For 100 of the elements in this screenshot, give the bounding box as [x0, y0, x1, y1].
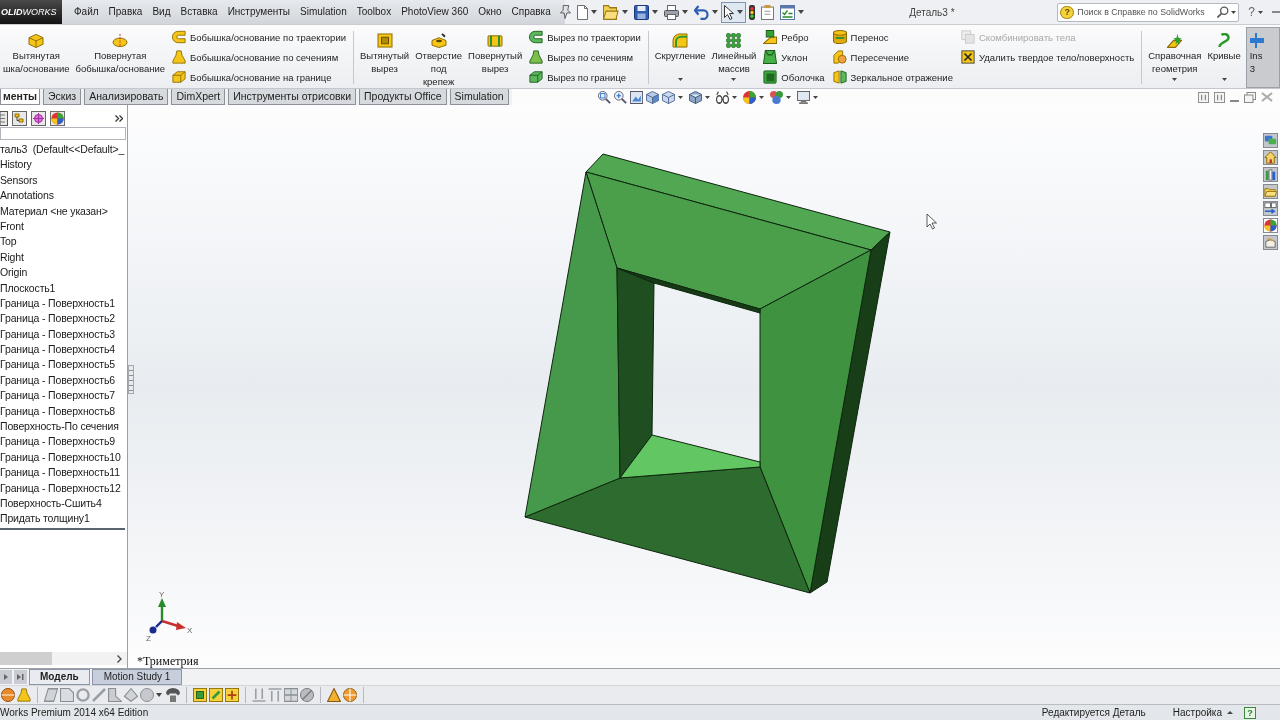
- ribbon-button[interactable]: Удалить твердое тело/поверхность: [960, 47, 1135, 67]
- caret-icon[interactable]: [1231, 10, 1237, 14]
- page-icon[interactable]: [60, 688, 74, 702]
- tree-item[interactable]: Right: [0, 249, 24, 266]
- tab[interactable]: Анализировать: [84, 89, 169, 105]
- tab[interactable]: Инструменты отрисовки: [228, 89, 356, 105]
- tree-item[interactable]: Граница - Поверхность10: [0, 449, 121, 466]
- tree-item[interactable]: Origin: [0, 265, 28, 281]
- cone-icon[interactable]: [327, 688, 341, 702]
- sphere-icon[interactable]: [1, 688, 15, 702]
- last-icon[interactable]: [14, 670, 27, 684]
- ribbon-button[interactable]: Ребро: [763, 27, 825, 47]
- split-view-icon[interactable]: [1214, 91, 1225, 103]
- app-logo[interactable]: OLIDWORKS: [0, 0, 62, 24]
- tree-icon[interactable]: [12, 111, 27, 126]
- filter-field[interactable]: [0, 127, 126, 140]
- tab[interactable]: Эскиз: [43, 89, 82, 105]
- magnifier-icon[interactable]: [614, 90, 627, 104]
- menu-item[interactable]: Вид: [147, 0, 176, 24]
- ribbon-button[interactable]: Повернутая бобышка/основание: [72, 27, 169, 88]
- slash-tile-icon[interactable]: [209, 688, 223, 702]
- ribbon-button[interactable]: Оболочка: [763, 67, 825, 87]
- ball-icon[interactable]: [343, 688, 357, 702]
- tree-item[interactable]: Придать толщину1: [0, 511, 90, 527]
- ribbon-button[interactable]: Вытянутая шка/основание: [0, 27, 73, 88]
- ribbon-button[interactable]: Вырез по границе: [529, 67, 641, 87]
- ribbon-button[interactable]: Скругление: [651, 27, 709, 88]
- menu-item[interactable]: Инструменты: [222, 0, 295, 24]
- tree-item[interactable]: Граница - Поверхность4: [0, 342, 115, 358]
- phone-icon[interactable]: [166, 688, 180, 702]
- tree-item[interactable]: Граница - Поверхность6: [0, 372, 115, 389]
- split-view-icon[interactable]: [1198, 91, 1209, 103]
- caret-icon[interactable]: [1227, 711, 1233, 714]
- caret-icon[interactable]: [786, 95, 791, 99]
- menu-item[interactable]: Simulation: [295, 0, 352, 24]
- help-icon[interactable]: ?: [1244, 706, 1256, 719]
- menu-item[interactable]: Toolbox: [351, 0, 397, 24]
- tree-item[interactable]: Граница - Поверхность9: [0, 434, 115, 450]
- tree-item[interactable]: Граница - Поверхность12: [0, 480, 121, 496]
- caret-icon[interactable]: [813, 95, 818, 99]
- color-ball-icon[interactable]: [1263, 218, 1278, 233]
- scrollbar-thumb[interactable]: [0, 652, 52, 665]
- wedge-icon[interactable]: [108, 688, 122, 702]
- double-chevron-icon[interactable]: [115, 115, 123, 122]
- tree-item[interactable]: Annotations: [0, 188, 54, 204]
- ribbon-button[interactable]: Вырез по траектории: [529, 27, 641, 47]
- menu-item[interactable]: Правка: [103, 0, 148, 24]
- box-icon[interactable]: [1263, 235, 1278, 250]
- tree-item[interactable]: Материал <не указан>: [0, 203, 108, 219]
- menu-item[interactable]: Справка: [506, 0, 556, 24]
- cut-cube-icon[interactable]: [646, 90, 659, 104]
- menu-item[interactable]: Вставка: [175, 0, 223, 24]
- caret-icon[interactable]: [705, 95, 710, 99]
- ribbon-button[interactable]: Линейный массив: [708, 27, 760, 88]
- tree-item[interactable]: Граница - Поверхность2: [0, 311, 115, 327]
- cube-icon[interactable]: [662, 90, 675, 104]
- ribbon-button[interactable]: Уклон: [763, 47, 825, 67]
- tree-item[interactable]: Граница - Поверхность3: [0, 326, 115, 343]
- scrollbar[interactable]: [0, 652, 127, 665]
- square-tile-icon[interactable]: [193, 688, 207, 702]
- next-icon[interactable]: [0, 670, 12, 684]
- menu-item[interactable]: Файл: [69, 0, 104, 24]
- ribbon-button[interactable]: Перенос: [832, 27, 953, 47]
- diamond-icon[interactable]: [124, 688, 138, 702]
- tab[interactable]: DimXpert: [171, 89, 226, 105]
- monitor-icon[interactable]: [797, 90, 810, 104]
- ribbon-button[interactable]: Кривые: [1204, 27, 1244, 88]
- tree-item[interactable]: Граница - Поверхность7: [0, 388, 115, 404]
- color-ball-icon[interactable]: [50, 111, 65, 126]
- spheres-icon[interactable]: [770, 90, 783, 104]
- list-icon[interactable]: [0, 111, 8, 126]
- caret-icon[interactable]: [1258, 10, 1263, 14]
- tab[interactable]: менты: [0, 89, 41, 105]
- ribbon-button[interactable]: Отверстие под крепеж: [412, 27, 466, 88]
- tree-item[interactable]: Top: [0, 234, 17, 250]
- tree-item[interactable]: Граница - Поверхность11: [0, 465, 120, 481]
- chevron-icon[interactable]: [117, 654, 122, 663]
- rollback-bar[interactable]: [0, 527, 125, 530]
- ribbon-button[interactable]: Вырез по сечениям: [529, 47, 641, 67]
- menu-item[interactable]: PhotoView 360: [396, 0, 474, 24]
- tree-item[interactable]: Плоскость1: [0, 280, 56, 296]
- crosshair-icon[interactable]: [31, 111, 46, 126]
- tree-item[interactable]: Front: [0, 218, 24, 235]
- pin-icon[interactable]: [559, 5, 571, 19]
- caret-icon[interactable]: [732, 95, 737, 99]
- color-ball-icon[interactable]: [743, 90, 756, 104]
- ribbon-button[interactable]: Пересечение: [832, 47, 953, 67]
- magnifier-icon[interactable]: [598, 90, 611, 104]
- speech-bubbles-icon[interactable]: [1263, 133, 1278, 148]
- help-search-field[interactable]: ? Поиск в Справке по SolidWorks: [1057, 2, 1240, 22]
- caret-icon[interactable]: [156, 693, 162, 697]
- books-icon[interactable]: [1263, 167, 1278, 182]
- tree-item[interactable]: Граница - Поверхность1: [0, 295, 115, 312]
- house-icon[interactable]: [1263, 150, 1278, 165]
- bell-icon[interactable]: [17, 688, 31, 702]
- tree-item[interactable]: таль3 (Default<<Default>_: [0, 142, 125, 158]
- ribbon-button[interactable]: Повернутый вырез: [465, 27, 526, 88]
- restore-icon[interactable]: [1244, 91, 1256, 103]
- caret-icon[interactable]: [759, 95, 764, 99]
- tab[interactable]: Продукты Office: [359, 89, 447, 105]
